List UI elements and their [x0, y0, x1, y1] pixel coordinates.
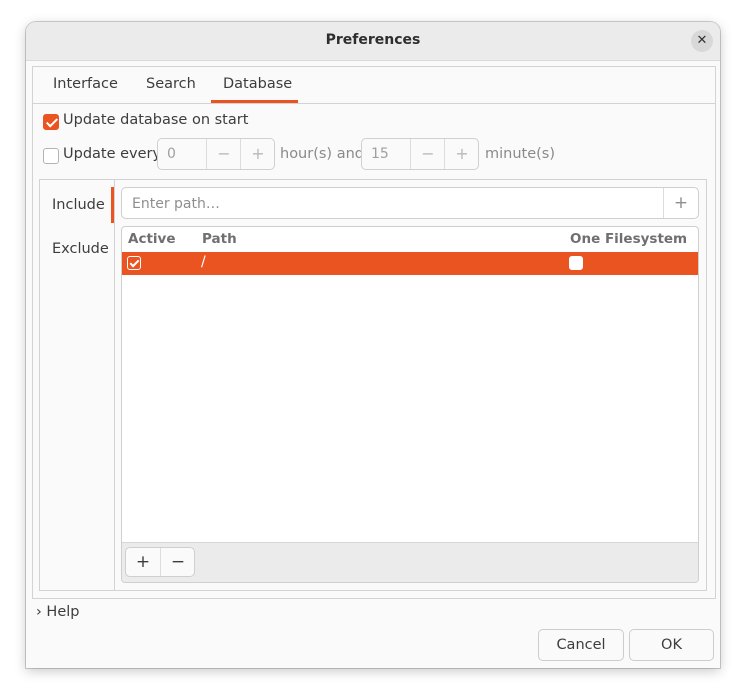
tab-database[interactable]: Database	[223, 76, 292, 92]
plus-icon: +	[251, 144, 265, 163]
update-on-start-checkbox[interactable]	[43, 114, 59, 130]
active-tab-indicator	[211, 100, 298, 103]
active-sidebar-indicator	[111, 187, 114, 223]
dialog-title: Preferences	[325, 32, 421, 48]
plus-icon: +	[673, 193, 689, 213]
add-remove-button-group: + −	[125, 547, 195, 577]
hours-spin-button[interactable]: 0 − +	[157, 138, 275, 170]
minus-icon: −	[421, 144, 435, 163]
minutes-increment-button[interactable]: +	[444, 139, 479, 169]
sidebar-item-exclude[interactable]: Exclude	[52, 241, 109, 257]
help-expander[interactable]: › Help	[36, 604, 79, 620]
paths-table: Active Path One Filesystem / + −	[121, 226, 699, 583]
path-input[interactable]	[130, 194, 654, 214]
plus-icon: +	[455, 144, 469, 163]
preferences-dialog: Preferences ✕ Interface Search Database …	[26, 22, 720, 668]
row-active-checkbox[interactable]	[127, 256, 141, 270]
column-header-path[interactable]: Path	[202, 231, 237, 247]
hours-value: 0	[167, 146, 176, 162]
path-entry: +	[121, 187, 699, 219]
minus-icon: −	[170, 552, 186, 572]
row-one-filesystem-checkbox[interactable]	[569, 256, 583, 270]
tab-search[interactable]: Search	[146, 76, 196, 92]
chevron-right-icon: ›	[36, 604, 42, 620]
remove-row-button[interactable]: −	[160, 548, 195, 576]
update-on-start-label[interactable]: Update database on start	[63, 112, 248, 128]
hours-increment-button[interactable]: +	[240, 139, 275, 169]
table-row[interactable]: /	[122, 252, 698, 275]
column-header-active[interactable]: Active	[128, 231, 176, 247]
minutes-spin-button[interactable]: 15 − +	[361, 138, 479, 170]
column-header-one-filesystem[interactable]: One Filesystem	[570, 231, 687, 247]
update-every-checkbox[interactable]	[43, 148, 59, 164]
tab-bar: Interface Search Database	[33, 67, 715, 104]
row-path: /	[201, 254, 206, 270]
minus-icon: −	[217, 144, 231, 163]
cancel-button[interactable]: Cancel	[538, 629, 624, 661]
ok-button[interactable]: OK	[629, 629, 714, 661]
close-icon: ✕	[696, 33, 708, 48]
table-toolbar: + −	[122, 542, 698, 582]
title-bar: Preferences ✕	[26, 22, 720, 61]
directories-panel: Include Exclude + Active Path One Filesy…	[39, 179, 707, 591]
add-path-button[interactable]: +	[663, 188, 698, 218]
minutes-value: 15	[371, 146, 389, 162]
add-row-button[interactable]: +	[126, 548, 160, 576]
close-button[interactable]: ✕	[691, 30, 713, 52]
hours-label: hour(s) and	[280, 146, 364, 162]
plus-icon: +	[135, 552, 151, 572]
include-exclude-sidebar: Include Exclude	[40, 180, 115, 590]
tab-interface[interactable]: Interface	[53, 76, 118, 92]
minutes-label: minute(s)	[485, 146, 556, 162]
update-every-label[interactable]: Update every	[63, 146, 161, 162]
sidebar-item-include[interactable]: Include	[52, 197, 105, 213]
preferences-notebook: Interface Search Database Update databas…	[32, 66, 716, 599]
hours-decrement-button[interactable]: −	[206, 139, 241, 169]
minutes-decrement-button[interactable]: −	[410, 139, 445, 169]
help-label: Help	[46, 604, 80, 620]
